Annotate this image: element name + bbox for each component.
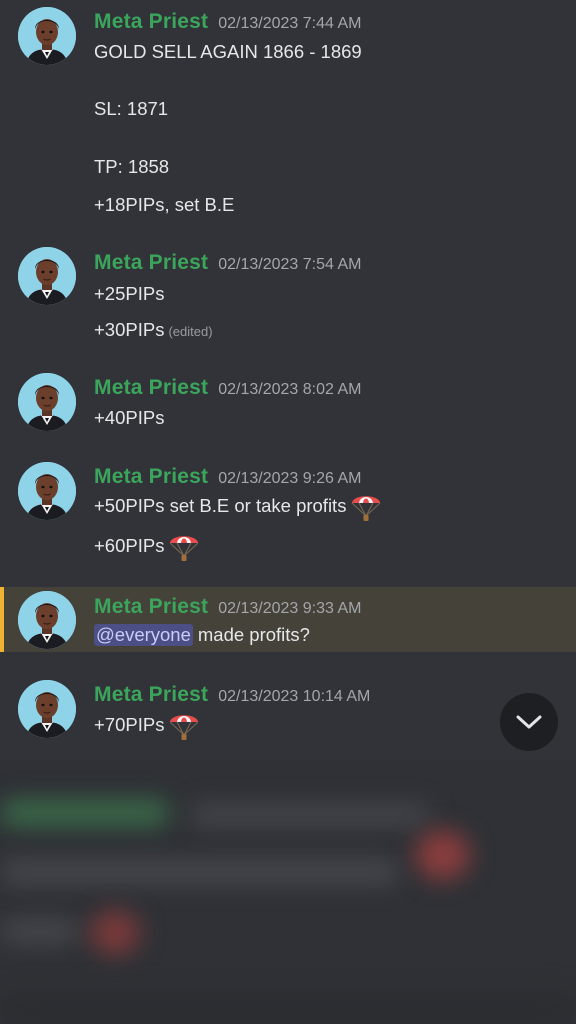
- message-text-edited: +30PIPs (edited): [94, 319, 213, 341]
- everyone-mention[interactable]: @everyone: [94, 624, 193, 646]
- timestamp: 02/13/2023 8:02 AM: [218, 381, 362, 398]
- avatar[interactable]: [18, 247, 76, 305]
- avatar-image: [18, 247, 76, 305]
- author-name[interactable]: Meta Priest: [94, 10, 208, 33]
- parachute-emoji-icon: [167, 708, 201, 742]
- chat-view: Meta Priest 02/13/2023 7:44 AM GOLD SELL …: [0, 0, 576, 1024]
- avatar-image: [18, 591, 76, 649]
- message-line: +70PIPs: [94, 708, 201, 742]
- message[interactable]: Meta Priest 02/13/2023 9:26 AM +50PIPs se…: [0, 455, 576, 575]
- message-text: +60PIPs: [94, 535, 165, 556]
- parachute-emoji-icon: [349, 489, 383, 523]
- timestamp: 02/13/2023 7:54 AM: [218, 256, 362, 273]
- avatar[interactable]: [18, 680, 76, 738]
- avatar[interactable]: [18, 7, 76, 65]
- message-text: +18PIPs, set B.E: [94, 194, 235, 215]
- message[interactable]: Meta Priest 02/13/2023 7:54 AM +25PIPs +3…: [0, 240, 576, 350]
- avatar[interactable]: [18, 591, 76, 649]
- message-text: +30PIPs: [94, 319, 165, 340]
- avatar-image: [18, 462, 76, 520]
- author-name[interactable]: Meta Priest: [94, 465, 208, 488]
- chevron-down-icon: [516, 715, 542, 729]
- timestamp: 02/13/2023 7:44 AM: [218, 15, 362, 32]
- message-mention-highlight[interactable]: Meta Priest 02/13/2023 9:33 AM @everyone m…: [0, 587, 576, 652]
- message-line: +50PIPs set B.E or take profits: [94, 489, 383, 523]
- message-line: @everyone made profits?: [94, 624, 310, 646]
- timestamp: 02/13/2023 9:26 AM: [218, 470, 362, 487]
- author-name[interactable]: Meta Priest: [94, 595, 208, 618]
- message-text: +40PIPs: [94, 407, 165, 428]
- avatar-image: [18, 373, 76, 431]
- message-text: SL: 1871: [94, 98, 169, 119]
- message[interactable]: Meta Priest 02/13/2023 8:02 AM +40PIPs: [0, 366, 576, 442]
- message-text: made profits?: [197, 624, 310, 645]
- timestamp: 02/13/2023 9:33 AM: [218, 600, 362, 617]
- timestamp: 02/13/2023 10:14 AM: [218, 688, 371, 705]
- message[interactable]: Meta Priest 02/13/2023 7:44 AM GOLD SELL …: [0, 0, 576, 232]
- message[interactable]: Meta Priest 02/13/2023 10:14 AM +70PIPs: [0, 674, 576, 754]
- parachute-emoji-icon: [167, 529, 201, 563]
- avatar[interactable]: [18, 462, 76, 520]
- edited-label: (edited): [168, 324, 213, 339]
- author-name[interactable]: Meta Priest: [94, 683, 208, 706]
- author-name[interactable]: Meta Priest: [94, 376, 208, 399]
- message-text: +70PIPs: [94, 714, 165, 735]
- message-line: +60PIPs: [94, 529, 201, 563]
- message-text: GOLD SELL AGAIN 1866 - 1869: [94, 41, 362, 62]
- author-name[interactable]: Meta Priest: [94, 251, 208, 274]
- blurred-content: [0, 760, 576, 1024]
- message-text: TP: 1858: [94, 156, 170, 177]
- avatar-image: [18, 680, 76, 738]
- jump-to-bottom-button[interactable]: [500, 693, 558, 751]
- message-text: +50PIPs set B.E or take profits: [94, 495, 347, 516]
- avatar-image: [18, 7, 76, 65]
- avatar[interactable]: [18, 373, 76, 431]
- message-text: +25PIPs: [94, 283, 165, 304]
